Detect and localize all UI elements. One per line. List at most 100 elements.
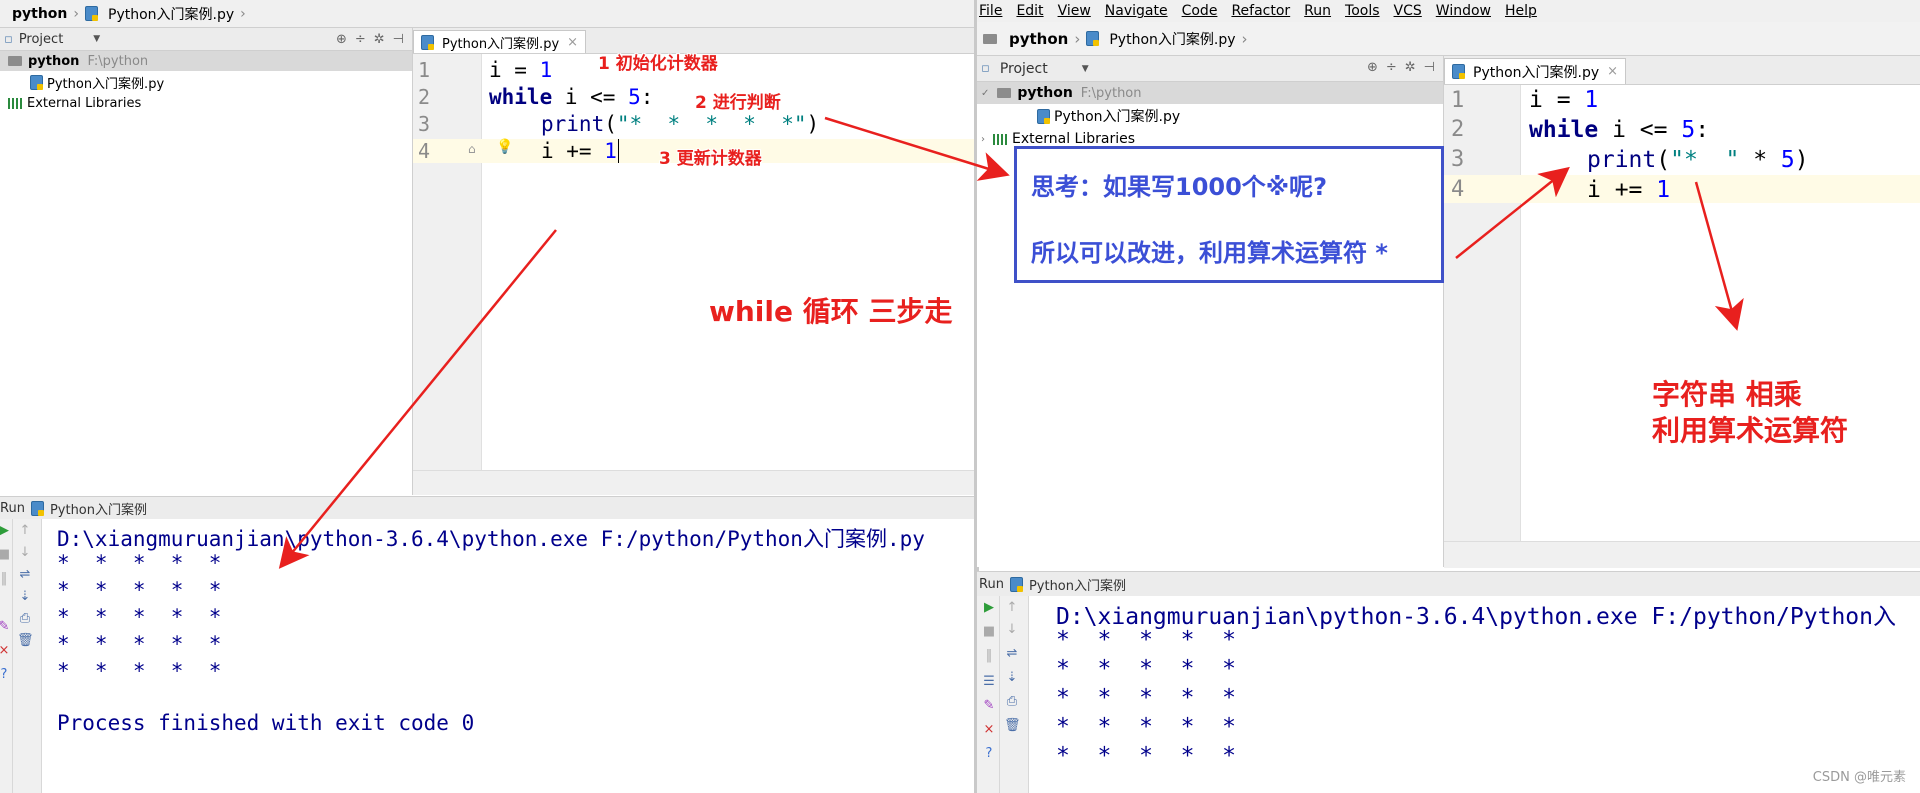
hide-panel-icon[interactable]: ⊣ [393, 32, 404, 47]
pause-icon[interactable]: ‖ [981, 648, 997, 664]
soft-wrap-icon[interactable]: ⇌ [1004, 646, 1020, 662]
tree-file-name: Python入门案例.py [47, 76, 165, 92]
left-ide-window: python › Python入门案例.py › ▫ Project ▼ ⊕ ÷… [0, 0, 977, 793]
arrow-down-icon[interactable]: ↓ [17, 545, 33, 561]
tree-item-external-libraries[interactable]: External Libraries [0, 93, 412, 113]
annotation-three-steps: while 循环 三步走 [709, 295, 953, 328]
breadcrumb-project[interactable]: python [12, 6, 67, 22]
layout-icon[interactable]: ☰ [981, 674, 997, 690]
callout-question: 思考：如果写1000个※呢? [1031, 173, 1328, 201]
console-output-line: * * * * * [57, 578, 222, 602]
menu-vcs[interactable]: VCS [1394, 3, 1422, 19]
menu-run[interactable]: Run [1304, 3, 1331, 19]
line-number: 1 [418, 58, 431, 82]
run-config-name[interactable]: Python入门案例 [1029, 575, 1126, 594]
pause-icon[interactable]: ‖ [0, 571, 12, 587]
run-console[interactable]: D:\xiangmuruanjian\python-3.6.4\python.e… [42, 519, 974, 793]
pin-icon[interactable]: ✎ [981, 698, 997, 714]
gear-icon[interactable]: ✲ [1405, 60, 1416, 75]
rerun-icon[interactable]: ▶ [0, 523, 12, 539]
print-icon[interactable]: ⎙ [17, 611, 33, 627]
rerun-icon[interactable]: ▶ [981, 600, 997, 616]
tree-item-file[interactable]: Python入门案例.py [0, 72, 412, 92]
scroll-to-end-icon[interactable]: ⇣ [17, 589, 33, 605]
scroll-from-source-icon[interactable]: ⊕ [1367, 60, 1378, 75]
editor-hscroll[interactable] [1444, 541, 1920, 568]
hide-panel-icon[interactable]: ⊣ [1424, 60, 1435, 75]
help-icon[interactable]: ? [981, 746, 997, 762]
project-panel-header: ▫ Project ▼ ⊕ ÷ ✲ ⊣ [0, 28, 412, 51]
console-output-line: * * * * * [1056, 627, 1237, 653]
console-output-line: * * * * * [1056, 743, 1237, 769]
tree-external-label: External Libraries [27, 95, 142, 111]
print-icon[interactable]: ⎙ [1004, 694, 1020, 710]
tab-python-file[interactable]: Python入门案例.py × [413, 30, 587, 53]
editor-hscroll[interactable] [413, 470, 974, 495]
menu-edit[interactable]: Edit [1016, 3, 1043, 19]
menu-code[interactable]: Code [1182, 3, 1218, 19]
tab-python-file[interactable]: Python入门案例.py × [1444, 58, 1627, 84]
run-tab-label[interactable]: Run [0, 501, 25, 516]
trash-icon[interactable]: 🗑 [17, 633, 34, 649]
scroll-from-source-icon[interactable]: ⊕ [336, 32, 347, 47]
help-icon[interactable]: ? [0, 667, 12, 683]
lightbulb-icon[interactable]: 💡 [496, 139, 513, 155]
watermark: CSDN @唯元素 [1812, 770, 1906, 785]
trash-icon[interactable]: 🗑 [1004, 718, 1021, 734]
run-tab-label[interactable]: Run [979, 577, 1004, 592]
dropdown-arrow-icon[interactable]: ▼ [93, 34, 100, 44]
breadcrumb-file[interactable]: Python入门案例.py [1109, 29, 1235, 49]
console-output-line: * * * * * [1056, 714, 1237, 740]
pin-icon[interactable]: ✎ [0, 619, 12, 635]
project-panel-title[interactable]: Project [19, 32, 63, 47]
collapse-all-icon[interactable]: ÷ [355, 32, 366, 47]
fold-marker-icon[interactable]: ⌂ [468, 142, 476, 156]
expand-arrow-icon[interactable]: ✓ [981, 88, 989, 99]
run-config-name[interactable]: Python入门案例 [50, 499, 147, 518]
menu-window[interactable]: Window [1436, 3, 1491, 19]
breadcrumb-project[interactable]: python [1009, 30, 1068, 48]
run-side-toolbar: ▶ ■ ‖ ✎ × ? [0, 519, 13, 793]
library-icon [993, 133, 1007, 145]
close-icon[interactable]: × [567, 35, 578, 50]
line-number: 4 [418, 139, 431, 163]
stop-icon[interactable]: ■ [981, 624, 997, 640]
arrow-up-icon[interactable]: ↑ [17, 523, 33, 539]
project-panel-title[interactable]: Project [1000, 61, 1048, 77]
arrow-down-icon[interactable]: ↓ [1004, 622, 1020, 638]
tree-root-name: python [28, 53, 80, 69]
console-output-line: * * * * * [57, 551, 222, 575]
python-file-icon [1037, 108, 1050, 124]
python-file-icon [1452, 64, 1465, 79]
code-line-3: print("* " * 5) [1587, 147, 1809, 173]
close-icon[interactable]: × [981, 722, 997, 738]
run-console[interactable]: D:\xiangmuruanjian\python-3.6.4\python.e… [1029, 596, 1920, 793]
scroll-to-end-icon[interactable]: ⇣ [1004, 670, 1020, 686]
chevron-right-icon: › [1241, 29, 1248, 48]
code-line-1: i = 1 [489, 58, 553, 82]
stop-icon[interactable]: ■ [0, 547, 12, 563]
dropdown-arrow-icon[interactable]: ▼ [1082, 64, 1089, 74]
menu-view[interactable]: View [1058, 3, 1091, 19]
breadcrumb-file[interactable]: Python入门案例.py [108, 4, 234, 24]
menu-navigate[interactable]: Navigate [1105, 3, 1168, 19]
run-panel-header: Run Python入门案例 [977, 571, 1920, 597]
menu-tools[interactable]: Tools [1345, 3, 1380, 19]
tree-item-root[interactable]: python F:\python [0, 51, 412, 71]
collapse-all-icon[interactable]: ÷ [1386, 60, 1397, 75]
right-ide-window: File Edit View Navigate Code Refactor Ru… [977, 0, 1920, 793]
tree-item-root[interactable]: ✓ python F:\python [977, 82, 1443, 104]
arrow-up-icon[interactable]: ↑ [1004, 600, 1020, 616]
close-icon[interactable]: × [1607, 64, 1618, 79]
tree-item-file[interactable]: Python入门案例.py [977, 105, 1443, 127]
close-icon[interactable]: × [0, 643, 12, 659]
console-output-line: * * * * * [1056, 685, 1237, 711]
python-file-icon [85, 6, 99, 21]
menu-file[interactable]: File [979, 3, 1002, 19]
line-number: 3 [418, 112, 431, 136]
menu-refactor[interactable]: Refactor [1231, 3, 1290, 19]
gear-icon[interactable]: ✲ [374, 32, 385, 47]
menu-help[interactable]: Help [1505, 3, 1537, 19]
expand-arrow-icon[interactable]: › [981, 134, 985, 145]
soft-wrap-icon[interactable]: ⇌ [17, 567, 33, 583]
